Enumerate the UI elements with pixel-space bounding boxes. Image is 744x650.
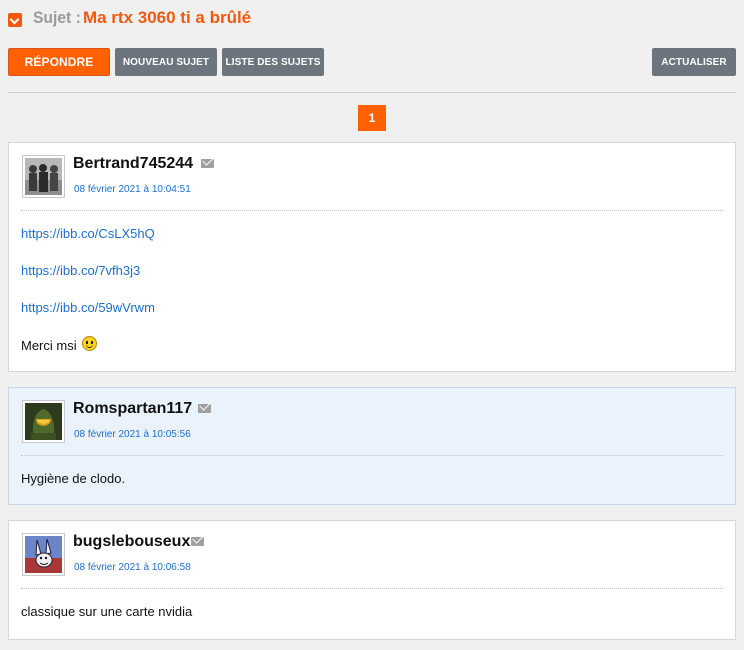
- mail-icon[interactable]: [201, 159, 214, 168]
- post-separator: [21, 455, 723, 456]
- mail-icon[interactable]: [191, 537, 204, 546]
- topic-header: Sujet : Ma rtx 3060 ti a brûlé: [8, 6, 251, 30]
- forum-post: Bertrand745244 08 février 2021 à 10:04:5…: [8, 142, 736, 372]
- author-name[interactable]: bugslebouseux: [73, 533, 190, 551]
- post-link[interactable]: https://ibb.co/59wVrwm: [21, 299, 155, 317]
- group-photo-avatar-icon: [25, 158, 62, 195]
- post-body: classique sur une carte nvidia: [21, 603, 192, 640]
- avatar[interactable]: [22, 400, 65, 443]
- spartan-helmet-avatar-icon: [25, 403, 62, 440]
- avatar[interactable]: [22, 533, 65, 576]
- divider: [8, 92, 736, 93]
- post-date[interactable]: 08 février 2021 à 10:06:58: [74, 562, 191, 573]
- author-name[interactable]: Romspartan117: [73, 400, 192, 418]
- post-text: classique sur une carte nvidia: [21, 604, 193, 619]
- post-separator: [21, 588, 723, 589]
- post-separator: [21, 210, 723, 211]
- new-topic-button[interactable]: NOUVEAU SUJET: [115, 48, 217, 76]
- post-text: Merci msi: [21, 338, 77, 353]
- avatar[interactable]: [22, 155, 65, 198]
- cartoon-rabbit-avatar-icon: [25, 536, 62, 573]
- post-body: Hygiène de clodo.: [21, 470, 125, 507]
- subject-label: Sujet :: [33, 8, 81, 27]
- collapse-icon[interactable]: [8, 12, 22, 27]
- refresh-button[interactable]: ACTUALISER: [652, 48, 736, 76]
- post-date[interactable]: 08 février 2021 à 10:05:56: [74, 429, 191, 440]
- forum-post: bugslebouseux 08 février 2021 à 10:06:58…: [8, 520, 736, 640]
- post-link[interactable]: https://ibb.co/CsLX5hQ: [21, 225, 155, 243]
- forum-post: Romspartan117 08 février 2021 à 10:05:56…: [8, 387, 736, 505]
- post-text: Hygiène de clodo.: [21, 471, 126, 486]
- post-body: https://ibb.co/CsLX5hQ https://ibb.co/7v…: [21, 225, 155, 373]
- smiley-icon: [82, 336, 98, 351]
- topic-list-button[interactable]: LISTE DES SUJETS: [222, 48, 324, 76]
- post-date[interactable]: 08 février 2021 à 10:04:51: [74, 184, 191, 195]
- topic-title: Ma rtx 3060 ti a brûlé: [82, 8, 252, 27]
- author-name[interactable]: Bertrand745244: [73, 155, 193, 173]
- page-button-current[interactable]: 1: [358, 105, 386, 131]
- reply-button[interactable]: RÉPONDRE: [8, 48, 110, 76]
- post-link[interactable]: https://ibb.co/7vfh3j3: [21, 262, 155, 280]
- mail-icon[interactable]: [198, 404, 211, 413]
